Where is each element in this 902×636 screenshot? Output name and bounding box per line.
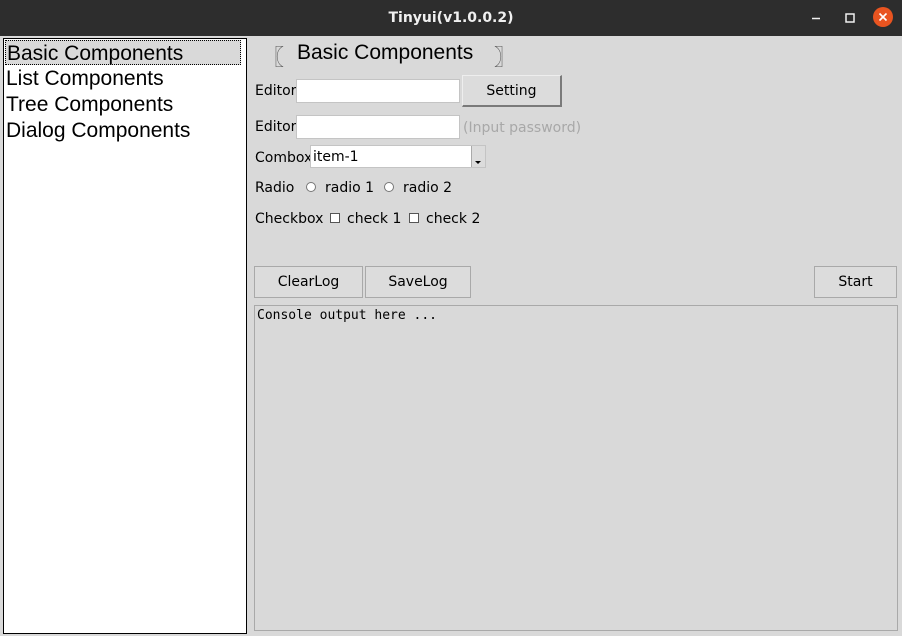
check-1-label[interactable]: check 1: [347, 211, 401, 227]
check-1-box[interactable]: [330, 213, 340, 223]
sidebar-item-tree-components[interactable]: Tree Components: [6, 92, 173, 117]
combobox-value: item-1: [313, 149, 359, 165]
minimize-icon: [812, 17, 820, 20]
clear-log-button[interactable]: ClearLog: [254, 266, 363, 298]
radio-label: Radio: [255, 180, 295, 196]
start-button[interactable]: Start: [814, 266, 897, 298]
checkbox-label: Checkbox: [255, 211, 324, 227]
editor-input[interactable]: [296, 79, 460, 103]
combobox-label: Combox: [255, 150, 313, 166]
page-title: Basic Components: [297, 41, 474, 64]
maximize-button[interactable]: [840, 8, 860, 28]
heading-bracket-left: 〖: [262, 46, 285, 71]
heading-bracket-right: 〗: [494, 46, 517, 71]
check-2-box[interactable]: [409, 213, 419, 223]
setting-button[interactable]: Setting: [462, 75, 562, 107]
password-hint: (Input password): [463, 120, 582, 136]
sidebar-item-list-components[interactable]: List Components: [6, 66, 164, 91]
password-editor-label: Editor: [255, 119, 297, 135]
title-bar: Tinyui(v1.0.0.2): [0, 0, 902, 36]
sidebar-list[interactable]: Basic Components List Components Tree Co…: [3, 38, 247, 634]
console-text: Console output here ...: [257, 308, 438, 323]
close-button[interactable]: [873, 7, 893, 27]
editor-label: Editor: [255, 83, 297, 99]
password-input[interactable]: [296, 115, 460, 139]
radio-2-button[interactable]: [384, 182, 394, 192]
save-log-button[interactable]: SaveLog: [365, 266, 471, 298]
console-output[interactable]: Console output here ...: [254, 305, 898, 631]
window-title: Tinyui(v1.0.0.2): [388, 10, 514, 26]
sidebar-item-dialog-components[interactable]: Dialog Components: [6, 118, 190, 143]
check-2-label[interactable]: check 2: [426, 211, 480, 227]
chevron-down-icon: [475, 161, 481, 164]
close-icon: [878, 12, 888, 22]
combobox[interactable]: item-1: [310, 145, 486, 168]
maximize-icon: [845, 13, 855, 23]
sidebar-item-basic-components[interactable]: Basic Components: [5, 40, 241, 65]
radio-1-button[interactable]: [306, 182, 316, 192]
radio-2-label[interactable]: radio 2: [403, 180, 452, 196]
radio-1-label[interactable]: radio 1: [325, 180, 374, 196]
minimize-button[interactable]: [806, 8, 826, 28]
combobox-dropdown-button[interactable]: [471, 146, 485, 167]
